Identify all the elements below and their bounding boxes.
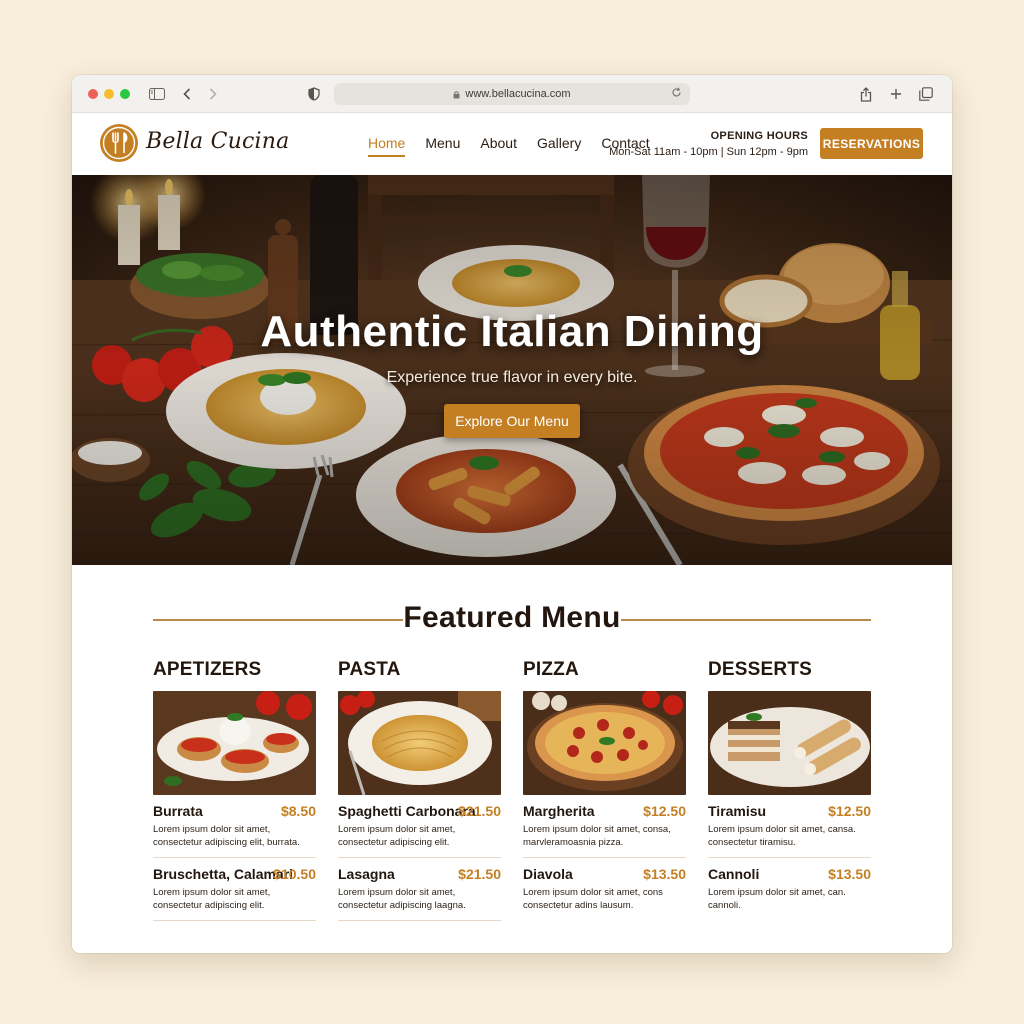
menu-column-desserts: DESSERTS Tiramisu $12.50 Lorem ipsum dol…: [708, 659, 871, 921]
menu-item-price: $13.50: [643, 866, 686, 882]
menu-column-appetizers: APETIZERS Burrata $8.50 Lorem ipsum dolo…: [153, 659, 316, 921]
hero-subtitle: Experience true flavor in every bite.: [386, 369, 638, 386]
opening-hours: OPENING HOURS Mon-Sat 11am - 10pm | Sun …: [609, 128, 808, 160]
lock-icon: [453, 90, 460, 99]
hero-title: Authentic Italian Dining: [260, 307, 764, 356]
menu-item[interactable]: Margherita $12.50 Lorem ipsum dolor sit …: [523, 795, 686, 858]
menu-item-price: $10.50: [273, 866, 316, 882]
url-text: www.bellacucina.com: [465, 88, 571, 100]
menu-item-price: $12.50: [828, 803, 871, 819]
browser-toolbar: www.bellacucina.com: [72, 75, 952, 113]
reload-icon[interactable]: [671, 87, 682, 98]
nav-menu[interactable]: Menu: [425, 135, 460, 157]
explore-menu-button[interactable]: Explore Our Menu: [444, 404, 580, 438]
menu-item[interactable]: Burrata $8.50 Lorem ipsum dolor sit amet…: [153, 795, 316, 858]
menu-item-price: $21.50: [458, 866, 501, 882]
close-window-button[interactable]: [88, 89, 98, 99]
menu-item[interactable]: Tiramisu $12.50 Lorem ipsum dolor sit am…: [708, 795, 871, 858]
menu-item-price: $21.50: [458, 803, 501, 819]
forward-arrow-icon[interactable]: [206, 84, 220, 104]
menu-item-description: Lorem ipsum dolor sit amet, consectetur …: [153, 824, 300, 848]
menu-item-description: Lorem ipsum dolor sit amet, cansa. conse…: [708, 824, 856, 848]
nav-gallery[interactable]: Gallery: [537, 135, 581, 157]
menu-item-description: Lorem ipsum dolor sit amet, consa, marvl…: [523, 824, 671, 848]
category-heading: PASTA: [338, 659, 401, 680]
opening-hours-title: OPENING HOURS: [710, 130, 808, 142]
menu-item[interactable]: Cannoli $13.50 Lorem ipsum dolor sit ame…: [708, 858, 871, 921]
privacy-shield-icon[interactable]: [306, 84, 322, 104]
back-arrow-icon[interactable]: [180, 84, 194, 104]
address-bar[interactable]: www.bellacucina.com: [334, 83, 690, 105]
hero-banner: Authentic Italian Dining Experience true…: [72, 175, 952, 565]
menu-item-description: Lorem ipsum dolor sit amet, consectetur …: [338, 824, 456, 848]
opening-hours-text: Mon-Sat 11am - 10pm | Sun 12pm - 9pm: [609, 146, 808, 158]
appetizers-image: [153, 691, 316, 795]
featured-menu-section: Featured Menu APETIZERS Burrata $8.50 Lo…: [72, 565, 952, 953]
menu-item-price: $8.50: [280, 803, 316, 819]
menu-item-description: Lorem ipsum dolor sit amet, cons consect…: [523, 887, 663, 911]
divider-right: [621, 619, 871, 621]
menu-item[interactable]: Bruschetta, Calamari $10.50 Lorem ipsum …: [153, 858, 316, 921]
browser-window: www.bellacucina.com Bella Cucina Home Me…: [72, 75, 952, 953]
menu-item-description: Lorem ipsum dolor sit amet, consectetur …: [153, 887, 271, 911]
featured-menu-title: Featured Menu: [403, 601, 621, 634]
maximize-window-button[interactable]: [120, 89, 130, 99]
menu-column-pizza: PIZZA Margherita $12.50 Lorem ipsum dolo…: [523, 659, 686, 921]
new-tab-icon[interactable]: [888, 84, 904, 104]
menu-item-price: $12.50: [643, 803, 686, 819]
menu-item-price: $13.50: [828, 866, 871, 882]
category-heading: DESSERTS: [708, 659, 813, 680]
tab-overview-icon[interactable]: [918, 84, 934, 104]
site-header: Bella Cucina Home Menu About Gallery Con…: [72, 113, 952, 175]
nav-home[interactable]: Home: [368, 135, 406, 157]
menu-item-description: Lorem ipsum dolor sit amet, consectetur …: [338, 887, 466, 911]
share-icon[interactable]: [858, 84, 874, 104]
nav-about[interactable]: About: [480, 135, 517, 157]
minimize-window-button[interactable]: [104, 89, 114, 99]
menu-item-description: Lorem ipsum dolor sit amet, can. cannoli…: [708, 887, 846, 911]
menu-item[interactable]: Diavola $13.50 Lorem ipsum dolor sit ame…: [523, 858, 686, 921]
desserts-image: [708, 691, 871, 795]
site-logo-text[interactable]: Bella Cucina: [146, 129, 289, 154]
sidebar-toggle-icon[interactable]: [148, 84, 166, 104]
logo-fork-knife-icon[interactable]: [100, 124, 138, 162]
menu-item[interactable]: Spaghetti Carbonara $21.50 Lorem ipsum d…: [338, 795, 501, 858]
menu-column-pasta: PASTA Spaghetti Carbonara $21.50 Lorem i…: [338, 659, 501, 921]
pasta-image: [338, 691, 501, 795]
category-heading: PIZZA: [523, 659, 579, 680]
pizza-image: [523, 691, 686, 795]
menu-item[interactable]: Lasagna $21.50 Lorem ipsum dolor sit ame…: [338, 858, 501, 921]
reservations-button[interactable]: RESERVATIONS: [820, 128, 923, 159]
category-heading: APETIZERS: [153, 659, 262, 680]
